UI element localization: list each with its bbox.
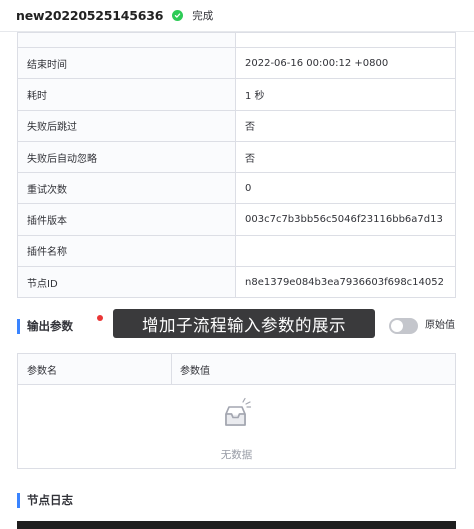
column-header-param-name: 参数名 bbox=[18, 354, 172, 384]
node-log-title: 节点日志 bbox=[27, 493, 73, 507]
table-row: 结束时间 2022-06-16 00:00:12 +0800 bbox=[17, 46, 456, 80]
raw-value-toggle[interactable] bbox=[389, 318, 418, 334]
node-log-heading: 节点日志 bbox=[17, 491, 73, 509]
table-row bbox=[17, 32, 456, 48]
success-check-icon bbox=[172, 10, 184, 21]
output-params-title: 输出参数 bbox=[27, 319, 73, 333]
info-key: 插件版本 bbox=[17, 203, 236, 236]
info-key: 节点ID bbox=[17, 266, 236, 299]
info-value: 2022-06-16 00:00:12 +0800 bbox=[235, 46, 456, 80]
info-key: 结束时间 bbox=[17, 46, 236, 80]
info-key: 插件名称 bbox=[17, 234, 236, 268]
section-accent-bar bbox=[17, 318, 20, 334]
empty-state: 无数据 bbox=[18, 385, 455, 469]
status-text: 完成 bbox=[192, 10, 214, 22]
info-value: n8e1379e084b3ea7936603f698c14052 bbox=[235, 266, 456, 299]
node-info-table: 结束时间 2022-06-16 00:00:12 +0800 耗时 1 秒 失败… bbox=[17, 32, 456, 299]
info-value: 否 bbox=[235, 109, 456, 142]
table-row: 节点ID n8e1379e084b3ea7936603f698c14052 bbox=[17, 266, 456, 299]
table-row: 失败后跳过 否 bbox=[17, 109, 456, 142]
info-value: 否 bbox=[235, 140, 456, 174]
table-row: 插件版本 003c7c7b3bb56c5046f23116bb6a7d13 bbox=[17, 203, 456, 236]
column-header-param-value: 参数值 bbox=[180, 365, 210, 377]
page-header: new20220525145636 完成 bbox=[0, 0, 474, 32]
info-value: 003c7c7b3bb56c5046f23116bb6a7d13 bbox=[235, 203, 456, 236]
table-row: 重试次数 0 bbox=[17, 172, 456, 205]
toggle-knob bbox=[391, 320, 403, 332]
info-key: 失败后跳过 bbox=[17, 109, 236, 142]
annotation-marker-dot bbox=[97, 315, 103, 321]
info-value bbox=[235, 234, 456, 268]
section-accent-bar bbox=[17, 492, 20, 508]
table-header: 参数名 参数值 bbox=[18, 354, 455, 385]
log-console[interactable] bbox=[17, 521, 456, 529]
task-name: new20220525145636 bbox=[16, 8, 164, 23]
table-row: 失败后自动忽略 否 bbox=[17, 140, 456, 174]
empty-inbox-icon bbox=[223, 397, 253, 432]
raw-value-label: 原始值 bbox=[425, 320, 455, 331]
info-value: 1 秒 bbox=[235, 78, 456, 111]
table-row: 耗时 1 秒 bbox=[17, 78, 456, 111]
info-key: 耗时 bbox=[17, 78, 236, 111]
table-row: 插件名称 bbox=[17, 234, 456, 268]
annotation-tooltip: 增加子流程输入参数的展示 bbox=[113, 309, 375, 338]
info-key: 失败后自动忽略 bbox=[17, 140, 236, 174]
info-key: 重试次数 bbox=[17, 172, 236, 205]
info-value: 0 bbox=[235, 172, 456, 205]
output-params-heading: 输出参数 bbox=[17, 317, 73, 335]
empty-state-text: 无数据 bbox=[220, 449, 253, 461]
output-params-table: 参数名 参数值 无数据 bbox=[17, 353, 456, 469]
